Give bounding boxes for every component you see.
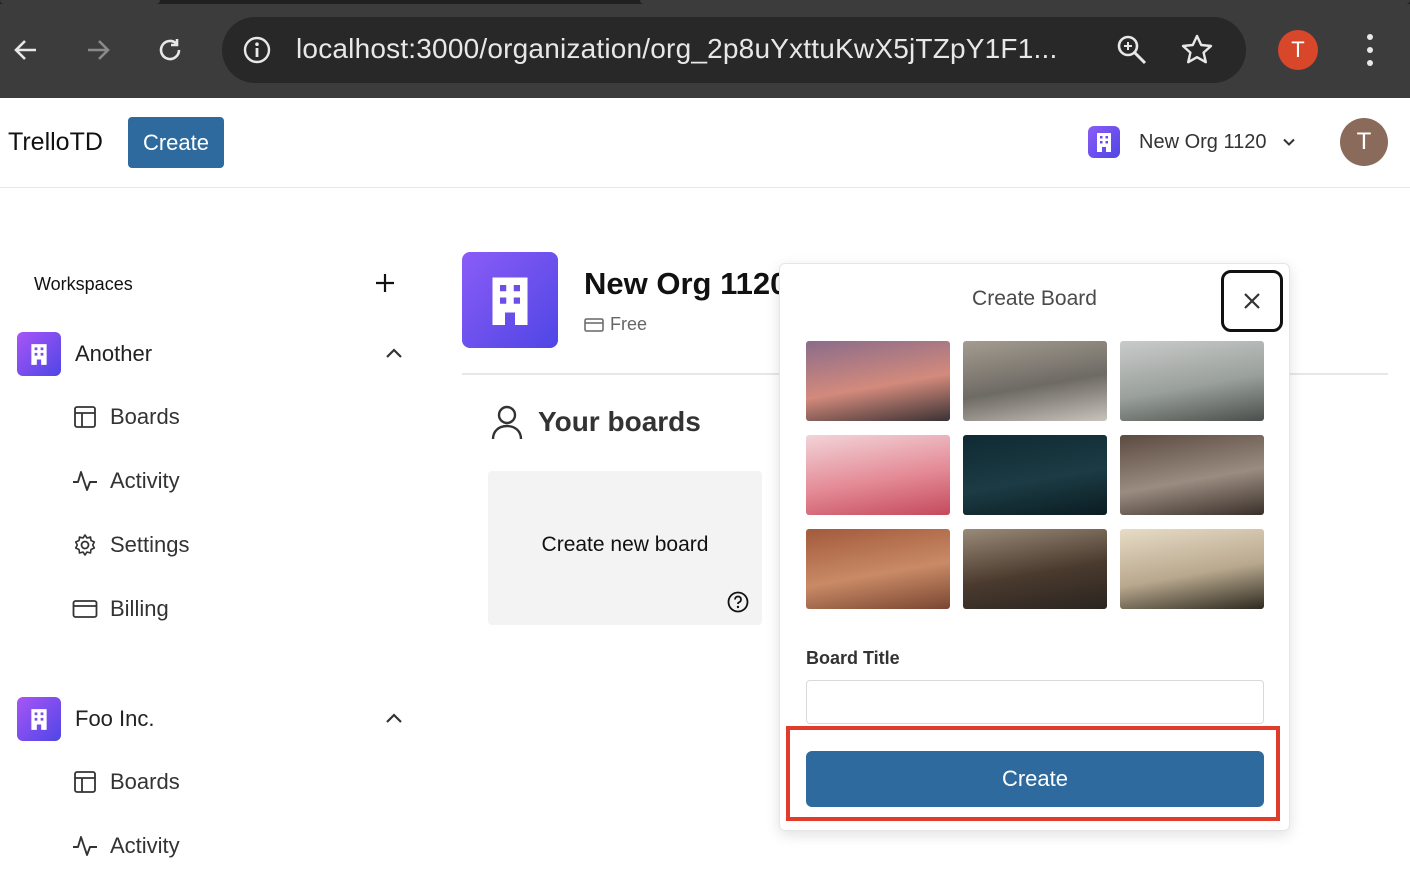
activity-icon (72, 468, 98, 494)
brand-logo-text[interactable]: TrelloTD (8, 128, 103, 157)
board-title-input[interactable] (806, 680, 1264, 724)
boards-icon (72, 404, 98, 430)
sidebar-item-label: Activity (110, 468, 180, 493)
create-board-popover: Create Board Board Title Create (779, 263, 1290, 831)
sidebar-item-activity[interactable]: Activity (17, 449, 417, 513)
background-thumbnail-foggy-pier[interactable] (1120, 341, 1264, 421)
sidebar: Workspaces Another Boards Activity Setti… (0, 188, 430, 870)
forward-icon[interactable] (76, 28, 120, 72)
building-icon (17, 697, 61, 741)
background-thumbnail-pink-sunset-mountains[interactable] (806, 341, 950, 421)
sidebar-item-label: Activity (110, 833, 180, 858)
sidebar-item-activity[interactable]: Activity (17, 814, 417, 878)
user-icon (491, 405, 523, 440)
create-new-board-tile[interactable]: Create new board (488, 471, 762, 625)
background-thumbnail-street-puddle-splash[interactable] (1120, 435, 1264, 515)
address-bar[interactable]: localhost:3000/organization/org_2p8uYxtt… (222, 17, 1246, 83)
workspace-header[interactable]: Foo Inc. (17, 697, 417, 741)
sidebar-item-label: Settings (110, 532, 190, 557)
activity-icon (72, 833, 98, 859)
workspace-name: Foo Inc. (75, 706, 155, 731)
help-icon[interactable] (727, 591, 749, 613)
sidebar-item-billing[interactable]: Billing (17, 577, 417, 641)
workspace-another: Another Boards Activity Settings Billing (17, 332, 417, 641)
reload-icon[interactable] (148, 28, 192, 72)
org-plan: Free (584, 314, 647, 335)
create-board-submit-button[interactable]: Create (806, 751, 1264, 807)
background-image-picker (806, 341, 1264, 609)
chevron-up-icon[interactable] (385, 711, 403, 725)
org-logo (462, 252, 558, 348)
sidebar-item-boards[interactable]: Boards (17, 385, 417, 449)
browser-chrome: localhost:3000/organization/org_2p8uYxtt… (0, 0, 1410, 98)
your-boards-heading: Your boards (490, 404, 701, 440)
background-thumbnail-coastal-cliffs-sunset[interactable] (1120, 529, 1264, 609)
create-tile-label: Create new board (541, 533, 709, 556)
header-create-button[interactable]: Create (128, 117, 224, 168)
back-icon[interactable] (4, 28, 48, 72)
org-switcher[interactable]: New Org 1120 (1088, 124, 1296, 160)
bookmark-star-icon[interactable] (1180, 33, 1214, 67)
workspaces-heading: Workspaces (34, 274, 133, 294)
building-icon (1088, 126, 1120, 158)
sidebar-item-label: Billing (110, 596, 169, 621)
add-workspace-icon[interactable] (372, 270, 398, 296)
chevron-up-icon[interactable] (385, 346, 403, 360)
board-title-label: Board Title (806, 648, 900, 668)
background-thumbnail-metallic-building-facade[interactable] (963, 341, 1107, 421)
background-thumbnail-pink-cubes[interactable] (806, 435, 950, 515)
close-button[interactable] (1221, 270, 1283, 332)
browser-menu-icon[interactable] (1356, 30, 1384, 70)
chevron-down-icon (1283, 138, 1296, 146)
close-icon (1244, 293, 1260, 309)
settings-icon (72, 532, 98, 558)
app-header: TrelloTD Create New Org 1120 T (0, 98, 1410, 188)
sidebar-item-settings[interactable]: Settings (17, 513, 417, 577)
workspace-foo-inc: Foo Inc. Boards Activity (17, 697, 417, 878)
section-title: Your boards (538, 406, 701, 437)
background-thumbnail-mountain-lake-reflection[interactable] (963, 529, 1107, 609)
popover-title: Create Board (972, 287, 1097, 310)
org-switcher-label: New Org 1120 (1139, 130, 1267, 153)
background-thumbnail-canyon-road[interactable] (806, 529, 950, 609)
background-thumbnail-aerial-boats-dark-water[interactable] (963, 435, 1107, 515)
workspace-name: Another (75, 341, 153, 366)
sidebar-item-label: Boards (110, 769, 180, 794)
zoom-icon[interactable] (1115, 33, 1149, 67)
workspace-header[interactable]: Another (17, 332, 417, 376)
sidebar-item-boards[interactable]: Boards (17, 750, 417, 814)
plan-label: Free (610, 314, 648, 334)
user-avatar[interactable]: T (1340, 118, 1388, 166)
boards-icon (72, 769, 98, 795)
org-title: New Org 1120 (584, 266, 788, 301)
building-icon (492, 277, 528, 325)
site-info-icon[interactable] (242, 35, 272, 65)
credit-card-icon (584, 317, 604, 332)
building-icon (17, 332, 61, 376)
billing-icon (72, 596, 98, 622)
browser-profile-avatar[interactable]: T (1278, 30, 1318, 70)
tab-strip (0, 0, 1410, 4)
url-text[interactable]: localhost:3000/organization/org_2p8uYxtt… (296, 33, 1057, 65)
sidebar-item-label: Boards (110, 404, 180, 429)
